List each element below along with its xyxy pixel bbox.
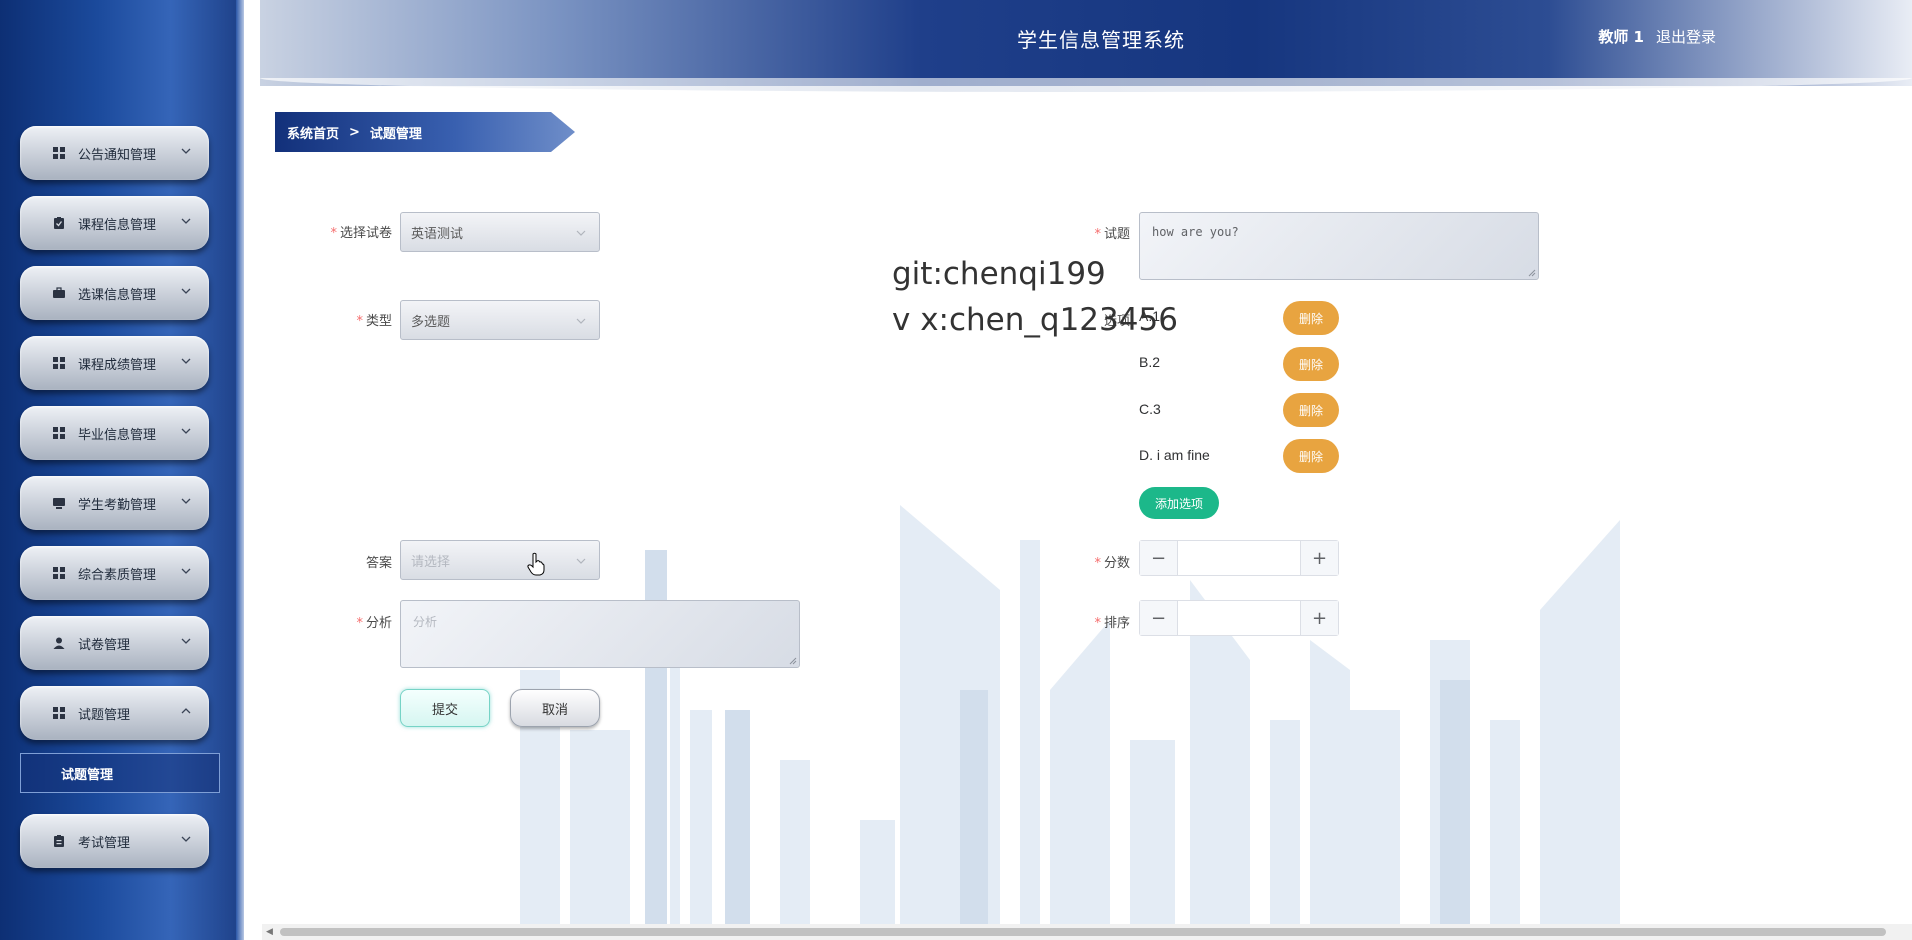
sidebar-item-label: 公告通知管理 bbox=[78, 147, 157, 163]
scroll-left-icon[interactable]: ◀ bbox=[266, 927, 273, 937]
submit-button[interactable]: 提交 bbox=[400, 689, 490, 727]
sidebar-item-label: 课程信息管理 bbox=[78, 217, 157, 233]
question-value: how are you? bbox=[1152, 225, 1239, 239]
breadcrumb-separator: > bbox=[349, 124, 360, 140]
monitor-icon bbox=[52, 496, 66, 510]
chevron-down-icon bbox=[181, 358, 191, 364]
logout-link[interactable]: 退出登录 bbox=[1656, 26, 1716, 47]
submenu-item-questions[interactable]: 试题管理 bbox=[20, 753, 220, 793]
sidebar-item-label: 考试管理 bbox=[78, 835, 131, 851]
score-stepper[interactable]: − + bbox=[1139, 540, 1339, 576]
resize-grip-icon[interactable] bbox=[789, 657, 797, 665]
type-label: * 类型 bbox=[356, 314, 392, 329]
question-label: * 试题 bbox=[1094, 227, 1130, 242]
sidebar-item-label: 试卷管理 bbox=[78, 637, 131, 653]
minus-icon[interactable]: − bbox=[1140, 541, 1178, 575]
scrollbar-thumb[interactable] bbox=[280, 928, 1886, 936]
sidebar-item-label: 试题管理 bbox=[78, 707, 131, 723]
sidebar-item-label: 毕业信息管理 bbox=[78, 427, 157, 443]
analysis-placeholder: 分析 bbox=[413, 615, 438, 629]
answer-label: 答案 bbox=[365, 556, 392, 571]
chevron-down-icon bbox=[181, 148, 191, 154]
grid-icon bbox=[52, 146, 66, 160]
sidebar-item-course[interactable]: 课程信息管理 bbox=[20, 196, 209, 250]
paper-select-value: 英语测试 bbox=[411, 226, 464, 242]
grid-icon bbox=[52, 356, 66, 370]
sidebar-item-label: 学生考勤管理 bbox=[78, 497, 157, 513]
sidebar-item-label: 选课信息管理 bbox=[78, 287, 157, 303]
chevron-down-icon bbox=[576, 558, 586, 564]
sidebar-item-questions[interactable]: 试题管理 bbox=[20, 686, 209, 740]
top-header: 学生信息管理系统 教师 1 退出登录 bbox=[260, 0, 1912, 92]
clipboard-icon bbox=[52, 834, 66, 848]
chevron-up-icon bbox=[181, 708, 191, 714]
type-select[interactable]: 多选题 bbox=[400, 300, 600, 340]
delete-option-button[interactable]: 删除 bbox=[1283, 439, 1339, 473]
watermark-line-1: git:chenqi199 bbox=[892, 256, 1106, 292]
add-option-button[interactable]: 添加选项 bbox=[1139, 487, 1219, 519]
minus-icon[interactable]: − bbox=[1140, 601, 1178, 635]
sidebar-item-label: 综合素质管理 bbox=[78, 567, 157, 583]
chevron-down-icon bbox=[181, 288, 191, 294]
chevron-down-icon bbox=[181, 836, 191, 842]
chevron-down-icon bbox=[576, 230, 586, 236]
answer-select[interactable]: 请选择 bbox=[400, 540, 600, 580]
question-textarea[interactable]: how are you? bbox=[1139, 212, 1539, 280]
sidebar: 公告通知管理 课程信息管理 选课信息管理 课程成绩管理 毕业信息管理 学生考勤管… bbox=[0, 0, 244, 940]
score-label: * 分数 bbox=[1094, 556, 1130, 571]
chevron-down-icon bbox=[181, 568, 191, 574]
breadcrumb: 系统首页 > 试题管理 bbox=[275, 112, 575, 152]
sidebar-item-graduation[interactable]: 毕业信息管理 bbox=[20, 406, 209, 460]
delete-option-button[interactable]: 删除 bbox=[1283, 393, 1339, 427]
user-area: 教师 1 退出登录 bbox=[1598, 26, 1716, 47]
watermark-line-2: v x:chen_q123456 bbox=[892, 302, 1178, 338]
order-stepper[interactable]: − + bbox=[1139, 600, 1339, 636]
user-name: 教师 1 bbox=[1598, 28, 1644, 46]
paper-select[interactable]: 英语测试 bbox=[400, 212, 600, 252]
option-text: C.3 bbox=[1139, 401, 1161, 417]
sidebar-item-grades[interactable]: 课程成绩管理 bbox=[20, 336, 209, 390]
sidebar-item-papers[interactable]: 试卷管理 bbox=[20, 616, 209, 670]
delete-option-button[interactable]: 删除 bbox=[1283, 347, 1339, 381]
chevron-down-icon bbox=[181, 428, 191, 434]
breadcrumb-current: 试题管理 bbox=[369, 126, 422, 142]
sidebar-item-attendance[interactable]: 学生考勤管理 bbox=[20, 476, 209, 530]
score-value[interactable] bbox=[1178, 541, 1300, 575]
chevron-down-icon bbox=[181, 638, 191, 644]
sidebar-item-label: 课程成绩管理 bbox=[78, 357, 157, 373]
paper-label: * 选择试卷 bbox=[330, 226, 392, 241]
user-icon bbox=[52, 636, 66, 650]
order-label: * 排序 bbox=[1094, 616, 1130, 631]
sidebar-item-notice[interactable]: 公告通知管理 bbox=[20, 126, 209, 180]
chevron-down-icon bbox=[576, 318, 586, 324]
answer-select-placeholder: 请选择 bbox=[411, 554, 451, 570]
sidebar-item-quality[interactable]: 综合素质管理 bbox=[20, 546, 209, 600]
option-text: D. i am fine bbox=[1139, 447, 1210, 463]
delete-option-button[interactable]: 删除 bbox=[1283, 301, 1339, 335]
resize-grip-icon[interactable] bbox=[1528, 269, 1536, 277]
plus-icon[interactable]: + bbox=[1300, 541, 1338, 575]
analysis-textarea[interactable]: 分析 bbox=[400, 600, 800, 668]
plus-icon[interactable]: + bbox=[1300, 601, 1338, 635]
order-value[interactable] bbox=[1178, 601, 1300, 635]
grid-icon bbox=[52, 706, 66, 720]
chevron-down-icon bbox=[181, 218, 191, 224]
briefcase-icon bbox=[52, 286, 66, 300]
grid-icon bbox=[52, 566, 66, 580]
horizontal-scrollbar[interactable]: ◀ bbox=[262, 924, 1912, 940]
sidebar-item-exams[interactable]: 考试管理 bbox=[20, 814, 209, 868]
breadcrumb-home[interactable]: 系统首页 bbox=[287, 123, 339, 142]
option-text: B.2 bbox=[1139, 354, 1161, 370]
hand-cursor-icon bbox=[527, 552, 545, 576]
sidebar-item-selection[interactable]: 选课信息管理 bbox=[20, 266, 209, 320]
type-select-value: 多选题 bbox=[411, 314, 451, 330]
cancel-button[interactable]: 取消 bbox=[510, 689, 600, 727]
analysis-label: * 分析 bbox=[356, 616, 392, 631]
chevron-down-icon bbox=[181, 498, 191, 504]
clipboard-check-icon bbox=[52, 216, 66, 230]
grid-icon bbox=[52, 426, 66, 440]
